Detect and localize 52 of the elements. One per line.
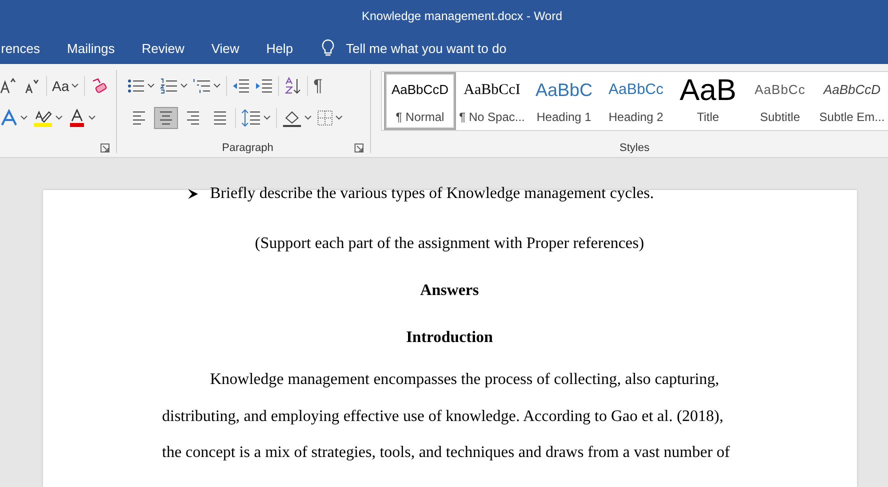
caret-icon[interactable] (88, 115, 96, 121)
group-label: Paragraph (222, 142, 274, 154)
paint-bucket-icon[interactable] (282, 109, 302, 127)
caret-icon[interactable] (55, 115, 63, 121)
style-item[interactable]: AaBbCc Subtitle (744, 72, 816, 130)
decrease-indent-icon[interactable] (232, 78, 250, 94)
group-label: Styles (620, 142, 650, 154)
lightbulb-icon[interactable] (320, 39, 336, 57)
section-heading: Answers (419, 281, 480, 301)
style-item[interactable]: AaB Title (672, 72, 744, 130)
numbered-list-icon[interactable] (160, 78, 178, 94)
window-title: Knowledge management.docx - Word (362, 9, 562, 23)
style-item[interactable]: AaBbCc Heading 2 (600, 72, 672, 130)
style-item[interactable]: AaBbCcD Subtle Em... (816, 72, 888, 130)
show-formatting-button[interactable]: ¶ (313, 76, 323, 96)
multilevel-list-icon[interactable] (193, 78, 212, 94)
caret-icon[interactable] (71, 83, 80, 89)
menu-tab[interactable]: Review (142, 40, 184, 56)
caret-icon[interactable] (304, 115, 312, 121)
eraser-icon[interactable] (90, 77, 108, 95)
menu-tab[interactable]: Help (266, 40, 294, 56)
paragraph-text: (Support each part of the assignment with Proper references) (254, 234, 646, 254)
style-item[interactable]: AaBbCcI ¶ No Spac... (456, 72, 528, 130)
caret-icon[interactable] (263, 115, 272, 121)
section-heading: Introduction (405, 328, 494, 348)
borders-icon[interactable] (317, 110, 334, 126)
dialog-launcher-icon[interactable] (100, 143, 110, 153)
menu-tab[interactable]: Mailings (67, 40, 115, 56)
dialog-launcher-icon[interactable] (354, 143, 364, 153)
shrink-font-icon[interactable] (23, 77, 41, 95)
bullet-list-icon[interactable] (127, 78, 146, 94)
style-item[interactable]: AaBbC Heading 1 (528, 72, 600, 130)
caret-icon[interactable] (147, 83, 156, 89)
sort-icon[interactable] (284, 77, 302, 95)
menu-tab[interactable]: rences (1, 40, 40, 56)
style-item[interactable]: AaBbCcD ¶ Normal (384, 72, 456, 130)
paragraph-text: Knowledge management encompasses the process of collecting, also capturing, distributing, and employing effective use of knowledge. According to Gao et al. (2018), the concept is a mix of strategies, tools, and techniques and draws from a vast number of (162, 370, 731, 463)
highlighter-icon[interactable] (33, 109, 53, 127)
align-center-icon[interactable] (154, 107, 178, 129)
line-spacing-icon[interactable] (241, 109, 262, 127)
arrowhead-bullet-icon (187, 188, 199, 200)
grow-font-icon[interactable] (0, 77, 18, 95)
change-case-button[interactable]: Aa (52, 78, 70, 94)
tell-me-field[interactable]: Tell me what you want to do (346, 40, 506, 56)
caret-icon[interactable] (335, 115, 344, 121)
caret-icon[interactable] (213, 83, 222, 89)
menu-tab[interactable]: View (211, 40, 240, 56)
caret-icon[interactable] (180, 83, 188, 89)
increase-indent-icon[interactable] (255, 78, 274, 94)
text-effects-icon[interactable] (0, 109, 18, 127)
caret-icon[interactable] (20, 115, 28, 121)
font-color-icon[interactable] (68, 109, 86, 127)
